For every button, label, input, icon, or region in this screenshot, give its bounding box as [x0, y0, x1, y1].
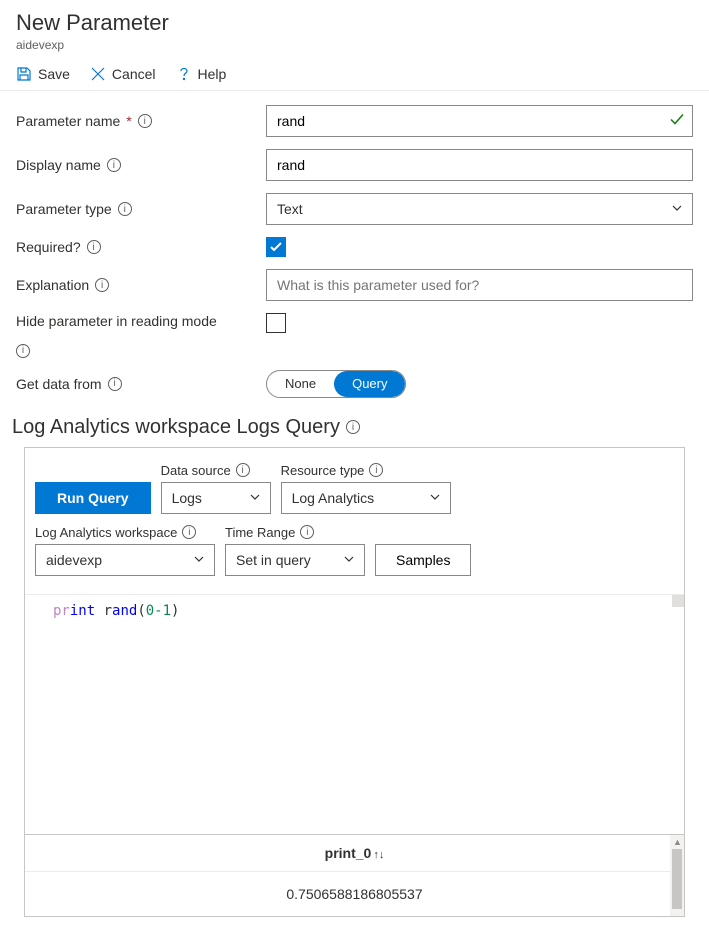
resource-type-select[interactable]: Log Analytics [281, 482, 451, 514]
required-asterisk: * [126, 113, 131, 129]
info-icon[interactable]: i [107, 158, 121, 172]
seg-none[interactable]: None [267, 371, 334, 397]
editor-scrollbar[interactable] [672, 595, 684, 607]
display-name-label: Display name [16, 157, 101, 173]
explanation-input[interactable] [266, 269, 693, 301]
cancel-button[interactable]: Cancel [90, 66, 156, 82]
save-label: Save [38, 66, 70, 82]
query-panel: Run Query Data source i Logs Resource ty… [24, 447, 685, 917]
data-source-label: Data source [161, 463, 231, 478]
info-icon[interactable]: i [95, 278, 109, 292]
param-type-select[interactable]: Text [266, 193, 693, 225]
info-icon[interactable]: i [87, 240, 101, 254]
time-range-label: Time Range [225, 525, 295, 540]
help-icon [176, 66, 192, 82]
workspace-label: Log Analytics workspace [35, 525, 177, 540]
help-button[interactable]: Help [176, 66, 227, 82]
page-title: New Parameter [16, 10, 693, 36]
hide-param-label: Hide parameter in reading mode [16, 313, 217, 329]
get-data-label: Get data from [16, 376, 102, 392]
param-type-label: Parameter type [16, 201, 112, 217]
info-icon[interactable]: i [108, 377, 122, 391]
seg-query[interactable]: Query [334, 371, 405, 397]
run-query-button[interactable]: Run Query [35, 482, 151, 514]
info-icon[interactable]: i [236, 463, 250, 477]
command-bar: Save Cancel Help [0, 58, 709, 91]
info-icon[interactable]: i [118, 202, 132, 216]
result-table: print_0↑↓ 0.7506588186805537 ▲ [25, 834, 684, 916]
time-range-select[interactable]: Set in query [225, 544, 365, 576]
query-editor[interactable]: print rand(0-1) [25, 594, 684, 834]
get-data-segmented: None Query [266, 370, 406, 398]
required-label: Required? [16, 239, 81, 255]
save-icon [16, 66, 32, 82]
param-name-input[interactable] [266, 105, 693, 137]
scroll-up-icon: ▲ [673, 837, 682, 847]
required-checkbox[interactable] [266, 237, 286, 257]
result-cell: 0.7506588186805537 [25, 872, 684, 916]
scroll-thumb[interactable] [672, 849, 682, 909]
workspace-select[interactable]: aidevexp [35, 544, 215, 576]
info-icon[interactable]: i [16, 344, 30, 358]
resource-type-label: Resource type [281, 463, 365, 478]
cancel-label: Cancel [112, 66, 156, 82]
info-icon[interactable]: i [346, 420, 360, 434]
query-section-title: Log Analytics workspace Logs Query i [0, 410, 709, 447]
page-subtitle: aidevexp [16, 38, 693, 52]
display-name-input[interactable] [266, 149, 693, 181]
explanation-label: Explanation [16, 277, 89, 293]
result-scrollbar[interactable]: ▲ [670, 835, 684, 916]
result-column-header[interactable]: print_0↑↓ [25, 835, 684, 872]
close-icon [90, 66, 106, 82]
info-icon[interactable]: i [138, 114, 152, 128]
samples-button[interactable]: Samples [375, 544, 471, 576]
save-button[interactable]: Save [16, 66, 70, 82]
valid-check-icon [669, 112, 685, 131]
data-source-select[interactable]: Logs [161, 482, 271, 514]
info-icon[interactable]: i [300, 525, 314, 539]
sort-icon: ↑↓ [373, 849, 384, 861]
help-label: Help [198, 66, 227, 82]
info-icon[interactable]: i [182, 525, 196, 539]
param-name-label: Parameter name [16, 113, 120, 129]
hide-param-checkbox[interactable] [266, 313, 286, 333]
info-icon[interactable]: i [369, 463, 383, 477]
